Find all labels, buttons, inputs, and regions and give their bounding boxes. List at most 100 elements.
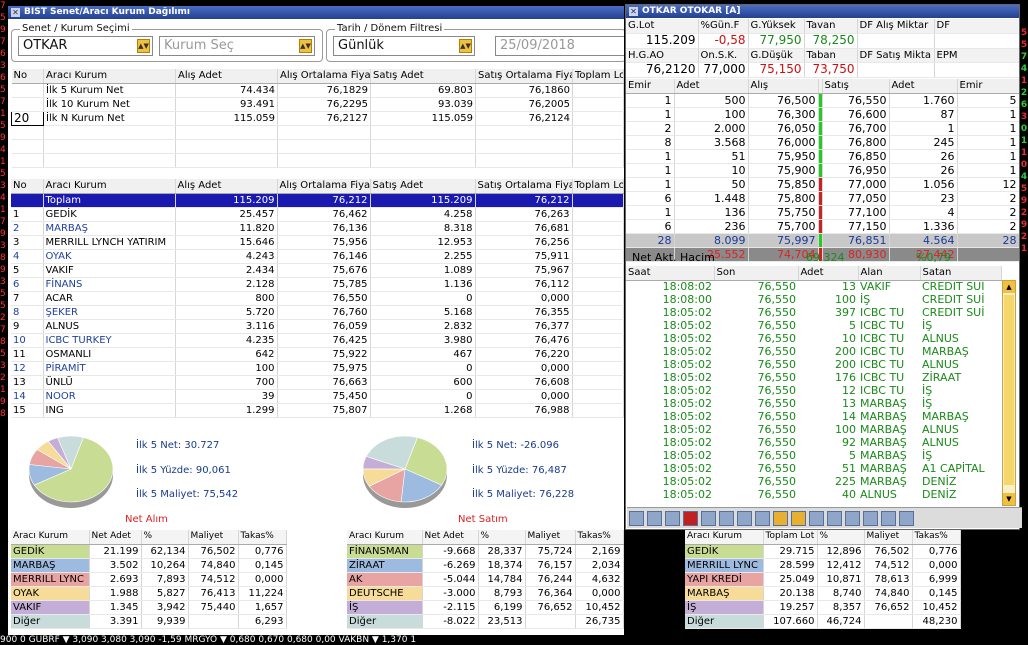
dropdown-arrow-icon[interactable]: ▲▼ (137, 39, 150, 53)
column-header[interactable]: % (817, 530, 865, 545)
table-row[interactable]: 9 ALNUS 3.116 76,059 2.832 76,377 (11, 319, 624, 334)
trade-row[interactable]: 18:05:02 76,550 40 ALNUS DENİZ (626, 488, 1001, 501)
column-header[interactable]: Takas% (912, 530, 961, 545)
kurum-select[interactable]: Kurum Seç ▲▼ (159, 36, 315, 56)
table-row[interactable]: MERRILL LYNC 28.599 12,412 74,512 0,000 (685, 558, 961, 573)
column-header[interactable]: Adet (798, 266, 859, 281)
scroll-thumb[interactable] (1004, 295, 1014, 485)
table-row[interactable]: 14 NOOR 39 75,450 0 0,000 (11, 389, 624, 404)
column-header[interactable]: Net Adet (89, 530, 142, 545)
list-icon[interactable] (755, 511, 770, 526)
column-header[interactable]: Aracı Kurum (43, 69, 176, 84)
scroll-up-icon[interactable]: ▲ (1003, 281, 1015, 293)
column-header[interactable]: % (478, 530, 526, 545)
table-row[interactable]: AK -5.044 14,784 76,244 4,632 (347, 572, 624, 587)
column-header[interactable]: Takas% (575, 530, 624, 545)
table-row[interactable]: YAPI KREDİ 25.049 10,871 78,613 6,999 (685, 572, 961, 587)
table-row[interactable]: 6 FİNANS 2.128 75,785 1.136 76,112 (11, 277, 624, 292)
table-row[interactable]: GEDİK 21.199 62,134 76,502 0,776 (11, 544, 287, 559)
column-header[interactable]: Toplam Lot (572, 179, 624, 194)
trade-row[interactable]: 18:05:02 76,550 100 MARBAŞ ALNUS (626, 423, 1001, 436)
ruler-icon[interactable] (791, 511, 806, 526)
table-row[interactable]: 1 GEDİK 25.457 76,462 4.258 76,263 (11, 207, 624, 222)
table-row[interactable]: VAKIF 1.345 3,942 75,440 1,657 (11, 600, 287, 615)
column-header[interactable]: Aracı Kurum (43, 179, 176, 194)
trade-row[interactable]: 18:05:02 76,550 14 MARBAŞ MARBAŞ (626, 410, 1001, 423)
table-row[interactable]: GEDİK 29.715 12,896 76,502 0,776 (685, 544, 961, 559)
column-header[interactable]: Saat (626, 266, 715, 281)
close-icon[interactable]: ✕ (629, 7, 638, 16)
analysis-icon[interactable] (665, 511, 680, 526)
column-header[interactable]: Maliyet (188, 530, 239, 545)
date-input[interactable]: 25/09/2018 (495, 36, 624, 56)
column-header[interactable]: Toplam Lot (763, 530, 818, 545)
trade-row[interactable]: 18:08:00 76,550 100 İŞ CREDIT SUİ (626, 293, 1001, 306)
table-row[interactable] (11, 139, 624, 154)
column-header[interactable]: Alış Ortalama Fiyat (277, 69, 371, 84)
table-row[interactable]: 11 OSMANLI 642 75,922 467 76,220 (11, 347, 624, 362)
column-header[interactable]: Aracı Kurum (11, 530, 90, 545)
table-row[interactable]: İlk 5 Kurum Net 74.434 76,1829 69.803 76,186… (11, 83, 624, 98)
document-icon[interactable] (737, 511, 752, 526)
trade-row[interactable]: 18:05:02 76,550 200 ICBC TU MARBAŞ (626, 345, 1001, 358)
table-row[interactable]: Toplam 115.209 76,212 115.209 76,212 (11, 193, 624, 208)
table-row[interactable] (11, 125, 624, 140)
table-row[interactable]: İŞ -2.115 6,199 76,652 10,452 (347, 600, 624, 615)
table-row[interactable]: 3 MERRILL LYNCH YATIRIM 15.646 75,956 12.953… (11, 235, 624, 250)
column-header[interactable]: Aracı Kurum (685, 530, 764, 545)
column-header[interactable]: Maliyet (525, 530, 576, 545)
trade-row[interactable]: 18:05:02 76,550 397 ICBC TU CREDIT SUİ (626, 306, 1001, 319)
trade-row[interactable]: 18:05:02 76,550 176 ICBC TU ZİRAAT (626, 371, 1001, 384)
bar-chart-icon[interactable] (863, 511, 878, 526)
column-header[interactable]: Alış Ortalama Fiyat (277, 179, 371, 194)
column-header[interactable]: Alış Adet (175, 69, 278, 84)
column-header[interactable]: Emir (957, 79, 1019, 94)
column-header[interactable]: Satış Adet (370, 179, 476, 194)
table-row[interactable]: Diğer 3.391 9,939 6,293 (11, 614, 287, 629)
trade-row[interactable]: 18:08:02 76,550 13 VAKIF CREDIT SUİ (626, 280, 1001, 293)
table-row[interactable]: 8 ŞEKER 5.720 76,760 5.168 76,355 (11, 305, 624, 320)
table-row[interactable]: 10 ICBC TURKEY 4.235 76,425 3.980 76,476 (11, 333, 624, 348)
m-logo-icon[interactable] (683, 511, 698, 526)
export-icon[interactable] (881, 511, 896, 526)
column-header[interactable]: Satış (822, 79, 890, 94)
trade-row[interactable]: 18:05:02 76,550 51 MARBAŞ A1 CAPİTAL (626, 462, 1001, 475)
close-icon[interactable]: ✕ (11, 8, 20, 17)
column-header[interactable]: Net Adet (422, 530, 479, 545)
chart-icon[interactable] (629, 511, 644, 526)
scroll-down-icon[interactable]: ▼ (1003, 493, 1015, 505)
trade-row[interactable]: 18:05:02 76,550 5 MARBAŞ İŞ (626, 449, 1001, 462)
table-row[interactable]: DEUTSCHE -3.000 8,793 76,364 0,000 (347, 586, 624, 601)
table-row[interactable]: ZİRAAT -6.269 18,374 76,157 2,034 (347, 558, 624, 573)
table-row[interactable]: MERRILL LYNC 2.693 7,893 74,512 0,000 (11, 572, 287, 587)
trade-row[interactable]: 18:05:02 76,550 5 ICBC TU İŞ (626, 319, 1001, 332)
settings-icon[interactable] (827, 511, 842, 526)
column-header[interactable]: Adet (889, 79, 958, 94)
globe-icon[interactable] (809, 511, 824, 526)
table-row[interactable]: MARBAŞ 3.502 10,264 74,840 0,145 (11, 558, 287, 573)
table-row[interactable] (11, 153, 624, 168)
table-row[interactable]: Diğer 107.660 46,724 48,230 (685, 614, 961, 629)
column-header[interactable]: Maliyet (864, 530, 913, 545)
table-row[interactable]: 2 MARBAŞ 11.820 76,136 8.318 76,681 (11, 221, 624, 236)
table-row[interactable]: MARBAŞ 20.138 8,740 74,840 0,145 (685, 586, 961, 601)
column-header[interactable]: No (11, 179, 44, 194)
column-header[interactable]: No (11, 69, 44, 84)
column-header[interactable]: Adet (674, 79, 749, 94)
calculator-icon[interactable] (647, 511, 662, 526)
table-row[interactable]: 12 PİRAMİT 100 75,975 0 0,000 (11, 361, 624, 376)
trade-row[interactable]: 18:05:02 76,550 13 MARBAŞ İŞ (626, 397, 1001, 410)
trade-row[interactable]: 18:05:02 76,550 12 ICBC TU İŞ (626, 384, 1001, 397)
dropdown-arrow-icon[interactable]: ▲▼ (459, 39, 472, 53)
grid-icon[interactable] (773, 511, 788, 526)
column-header[interactable]: Son (714, 266, 799, 281)
column-header[interactable]: Satış Ortalama Fiyat (475, 69, 573, 84)
column-header[interactable]: Aracı Kurum (347, 530, 423, 545)
table-row[interactable]: 4 OYAK 4.243 76,146 2.255 75,911 (11, 249, 624, 264)
column-header[interactable]: Satan (920, 266, 1002, 281)
column-header[interactable]: Takas% (238, 530, 287, 545)
column-header[interactable]: % (141, 530, 189, 545)
column-header[interactable]: Alan (858, 266, 921, 281)
trade-row[interactable]: 18:05:02 76,550 200 ICBC TU ALNUS (626, 358, 1001, 371)
transfer-icon[interactable] (719, 511, 734, 526)
